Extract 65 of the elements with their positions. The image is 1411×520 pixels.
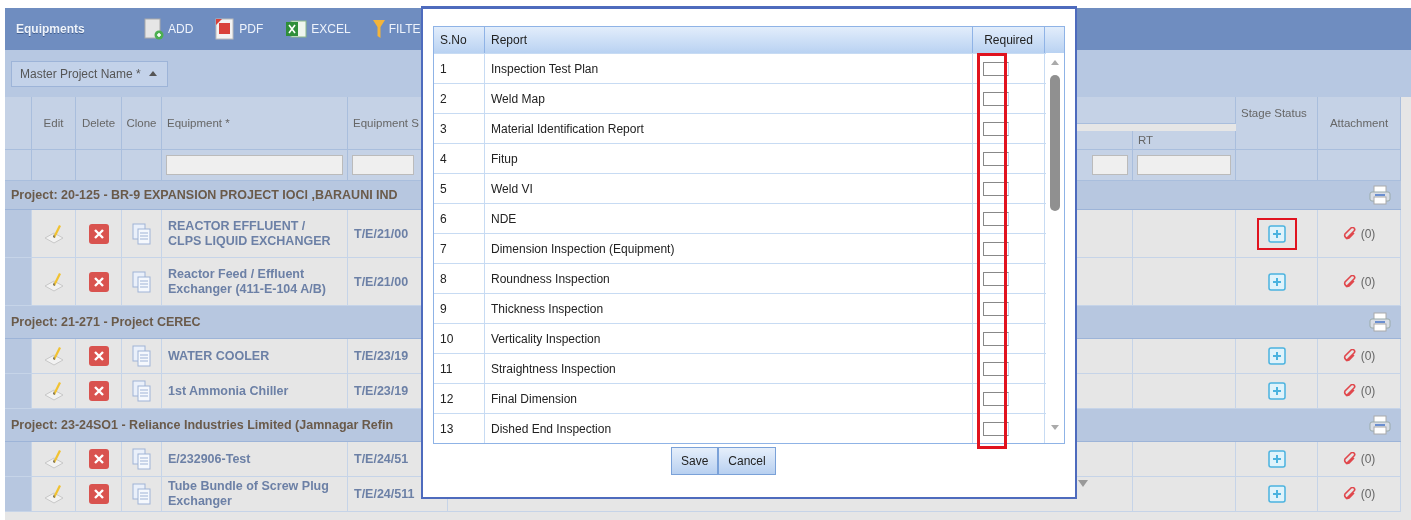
report-name: Straightness Inspection — [485, 354, 973, 383]
serial-number: 8 — [434, 264, 485, 293]
report-name: Dimension Inspection (Equipment) — [485, 234, 973, 263]
column-header: Clone — [122, 97, 162, 150]
attachment-count[interactable]: (0) — [1360, 452, 1376, 466]
equipment-name: 1st Ammonia Chiller — [168, 383, 289, 399]
column-header: Stage Status — [1236, 97, 1318, 150]
table-cell: T/E/24/511 — [354, 487, 415, 501]
attachment-count[interactable]: (0) — [1360, 226, 1376, 241]
group-by-chip[interactable]: Master Project Name * — [11, 60, 168, 87]
serial-number: 13 — [434, 414, 485, 443]
report-name: Thickness Inspection — [485, 294, 973, 323]
report-name: Final Dimension — [485, 384, 973, 413]
group-header: Project: 21-271 - Project CEREC — [11, 315, 201, 329]
report-name: Inspection Test Plan — [485, 54, 973, 83]
equipment-name: Reactor Feed / Effluent Exchanger (411-E-104 A/B) — [168, 266, 327, 297]
table-cell: T/E/24/51 — [354, 452, 409, 466]
serial-number: 9 — [434, 294, 485, 323]
group-header: Project: 20-125 - BR-9 EXPANSION PROJECT IOCl ,BARAUNI IND — [11, 188, 398, 202]
serial-number: 1 — [434, 54, 485, 83]
report-name: Verticality Inspection — [485, 324, 973, 353]
serial-number: 6 — [434, 204, 485, 233]
serial-number: 10 — [434, 324, 485, 353]
column-header: Edit — [32, 97, 76, 150]
column-header: Required — [973, 27, 1045, 53]
report-name: Material Identification Report — [485, 114, 973, 143]
column-header: RT — [1133, 130, 1236, 150]
table-cell: T/E/21/00 — [354, 274, 409, 289]
attachment-count[interactable]: (0) — [1360, 349, 1376, 363]
column-header: Equipment * — [162, 97, 348, 150]
toolbar-button[interactable]: EXCEL — [281, 19, 355, 39]
attachment-count[interactable]: (0) — [1360, 384, 1376, 398]
column-header: Attachment — [1318, 97, 1401, 150]
toolbar-button[interactable]: ADD — [140, 18, 198, 40]
equipment-name: REACTOR EFFLUENT / CLPS LIQUID EXCHANGER — [168, 218, 332, 249]
serial-number: 2 — [434, 84, 485, 113]
toolbar-button[interactable]: PDF — [211, 18, 268, 40]
report-name: Weld Map — [485, 84, 973, 113]
report-name: Roundness Inspection — [485, 264, 973, 293]
attachment-count[interactable]: (0) — [1360, 487, 1376, 501]
dialog-button[interactable]: Cancel — [718, 447, 776, 475]
table-cell: T/E/23/19 — [354, 384, 409, 398]
serial-number: 5 — [434, 174, 485, 203]
column-header: Report — [485, 27, 973, 53]
report-name: Weld VI — [485, 174, 973, 203]
table-cell: T/E/21/00 — [354, 226, 409, 241]
equipment-name: WATER COOLER — [168, 348, 270, 364]
equipment-name: Tube Bundle of Screw Plug Exchanger — [168, 479, 330, 509]
serial-number: 3 — [434, 114, 485, 143]
column-header: Delete — [76, 97, 122, 150]
attachment-count[interactable]: (0) — [1360, 274, 1376, 289]
report-name: Dished End Inspection — [485, 414, 973, 443]
table-cell: T/E/23/19 — [354, 349, 409, 363]
group-header: Project: 23-24SO1 - Reliance Industries Limited (Jamnagar Refin — [11, 418, 394, 432]
serial-number: 12 — [434, 384, 485, 413]
equipment-name: E/232906-Test — [168, 451, 251, 467]
report-name: Fitup — [485, 144, 973, 173]
column-header: S.No — [434, 27, 485, 53]
serial-number: 7 — [434, 234, 485, 263]
serial-number: 4 — [434, 144, 485, 173]
dialog-button[interactable]: Save — [671, 447, 719, 475]
grid-title: Equipments — [16, 22, 86, 36]
toolbar-button[interactable]: FILTE — [368, 19, 425, 39]
report-name: NDE — [485, 204, 973, 233]
serial-number: 11 — [434, 354, 485, 383]
